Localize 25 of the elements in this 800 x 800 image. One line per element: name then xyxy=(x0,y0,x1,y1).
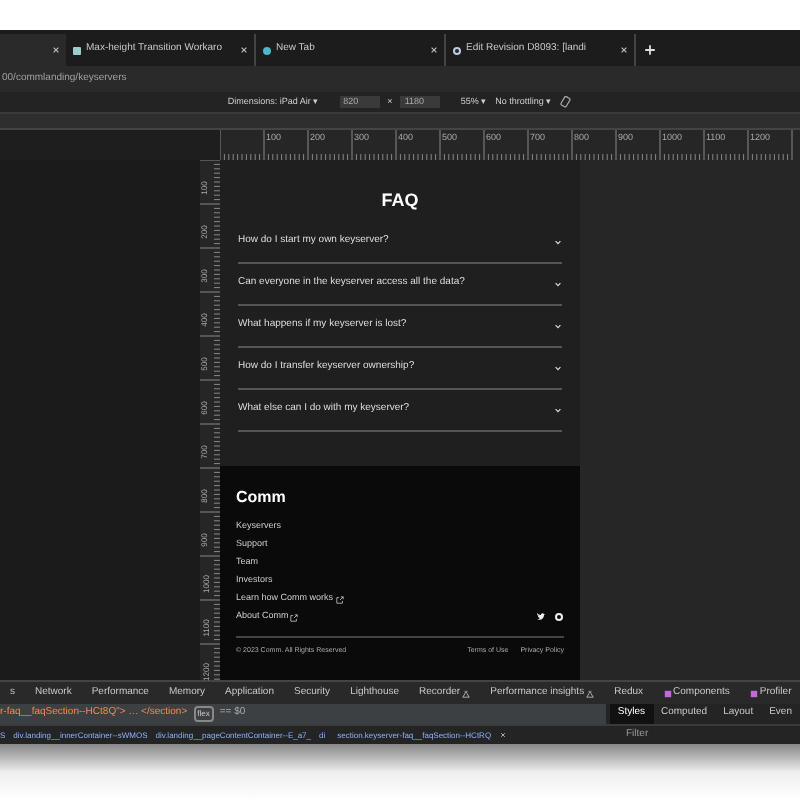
footer-brand: Comm xyxy=(236,486,288,510)
close-icon xyxy=(240,46,248,54)
chevron-down-icon xyxy=(554,363,562,371)
chevron-down-icon xyxy=(554,321,562,329)
chevron-down-icon xyxy=(554,237,562,245)
extension-square-icon xyxy=(663,689,672,697)
rotate-icon[interactable] xyxy=(560,96,573,108)
chevron-down-icon xyxy=(554,405,562,413)
new-tab-icon[interactable] xyxy=(644,44,656,56)
external-link-icon xyxy=(335,595,344,603)
external-link-icon xyxy=(290,613,299,621)
globe-icon xyxy=(262,45,272,55)
cog-icon xyxy=(452,45,462,55)
flask-icon xyxy=(462,689,471,697)
close-icon xyxy=(620,46,628,54)
close-icon xyxy=(430,46,438,54)
page-icon xyxy=(72,45,82,55)
chevron-down-icon xyxy=(554,279,562,287)
faq-title: FAQ xyxy=(379,188,421,214)
flask-icon xyxy=(586,689,595,697)
close-icon xyxy=(52,46,60,54)
circle-logo-icon xyxy=(554,612,564,622)
bird-icon xyxy=(536,612,546,622)
extension-square-icon xyxy=(749,689,758,697)
close-icon xyxy=(499,732,506,738)
